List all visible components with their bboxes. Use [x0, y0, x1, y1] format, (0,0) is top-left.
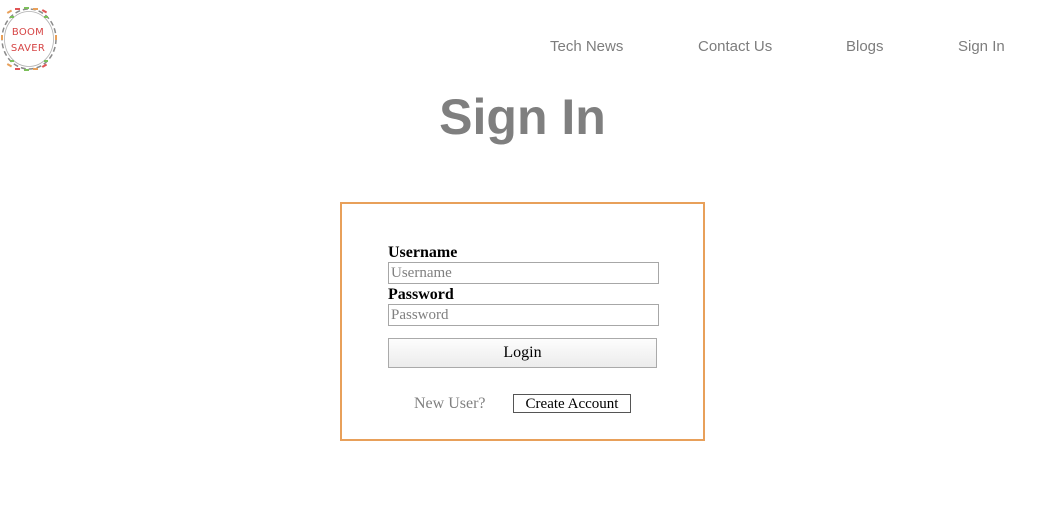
nav-blogs[interactable]: Blogs [846, 38, 884, 55]
logo-text-line1: BOOM [11, 27, 45, 38]
username-input[interactable] [388, 262, 659, 284]
password-input[interactable] [388, 304, 659, 326]
nav-sign-in[interactable]: Sign In [958, 38, 1005, 55]
page: BOOM SAVER Tech News Contact Us Blogs Si… [0, 0, 1049, 524]
new-user-text: New User? [414, 395, 486, 412]
password-label: Password [388, 286, 454, 303]
create-account-button[interactable]: Create Account [513, 394, 631, 413]
wreath-logo-icon [1, 7, 57, 71]
nav-tech-news[interactable]: Tech News [550, 38, 623, 55]
nav-contact-us[interactable]: Contact Us [698, 38, 772, 55]
logo-text-line2: SAVER [10, 43, 46, 54]
login-button[interactable]: Login [388, 338, 657, 368]
logo[interactable]: BOOM SAVER [0, 7, 58, 71]
username-label: Username [388, 244, 458, 261]
login-form: Username Password Login New User? Create… [340, 202, 705, 441]
page-title: Sign In [439, 89, 606, 145]
